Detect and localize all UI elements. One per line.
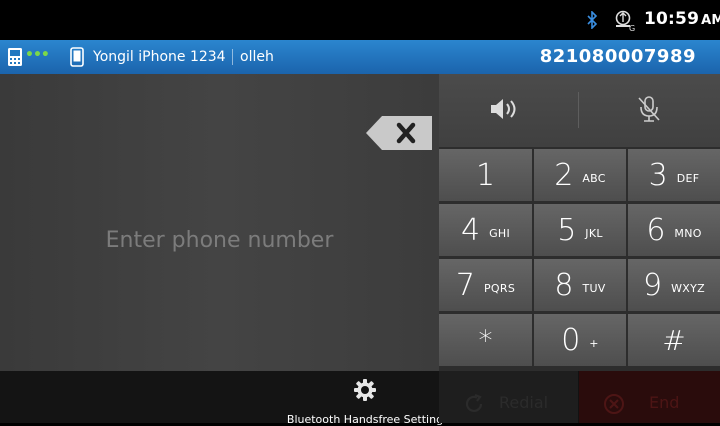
device-icon <box>8 48 22 66</box>
clock: 10:59 AM <box>644 9 720 29</box>
redial-label: Redial <box>499 393 549 412</box>
key-letters: ABC <box>582 171 606 185</box>
key-7[interactable]: 7 PQRS <box>439 259 532 311</box>
divider <box>232 49 233 65</box>
speaker-button[interactable] <box>439 74 578 147</box>
key-9[interactable]: 9 WXYZ <box>628 259 720 311</box>
device-name: Yongil iPhone 1234 <box>93 49 226 65</box>
clock-time: 10:59 <box>644 9 700 29</box>
end-call-button[interactable]: End <box>579 371 720 423</box>
key-digit: 8 <box>554 267 574 303</box>
key-4[interactable]: 4 GHI <box>439 204 532 256</box>
key-digit: 3 <box>648 157 668 193</box>
key-5[interactable]: 5 JKL <box>534 204 626 256</box>
key-digit: 2 <box>554 157 574 193</box>
phone-icon <box>70 47 84 67</box>
key-0[interactable]: 0 + <box>534 314 626 366</box>
end-call-icon <box>604 394 624 414</box>
clear-button[interactable] <box>366 116 432 150</box>
mute-button[interactable] <box>579 74 720 147</box>
gps-icon: G <box>615 10 635 32</box>
key-letters: JKL <box>585 226 603 240</box>
mic-mute-icon <box>638 96 660 122</box>
bottom-bar: Bluetooth Handsfree Setting Redial End <box>0 371 720 426</box>
keypad-panel: 1 2 ABC 3 DEF 4 GHI 5 JKL 6 MNO 7 PQRS 8 TUV 9 WXYZ * 0 + # <box>439 74 720 371</box>
key-digit: 5 <box>557 212 577 248</box>
key-8[interactable]: 8 TUV <box>534 259 626 311</box>
key-digit: 9 <box>643 267 663 303</box>
key-digit: 1 <box>475 157 496 193</box>
svg-text:G: G <box>629 24 635 32</box>
key-digit: # <box>662 323 686 357</box>
key-letters: WXYZ <box>671 281 705 295</box>
key-2[interactable]: 2 ABC <box>534 149 626 201</box>
key-digit: 4 <box>460 212 481 248</box>
key-6[interactable]: 6 MNO <box>628 204 720 256</box>
key-hash[interactable]: # <box>628 314 720 366</box>
speaker-icon <box>491 99 516 119</box>
key-digit: 0 <box>561 322 581 358</box>
connection-dots-icon: ••• <box>25 47 50 63</box>
connection-info-bar: ••• Yongil iPhone 1234 olleh 82108000798… <box>0 40 720 74</box>
redial-icon <box>465 393 483 413</box>
phone-number-input[interactable]: Enter phone number <box>0 228 439 253</box>
redial-button[interactable]: Redial <box>439 371 578 423</box>
key-letters: TUV <box>582 281 606 295</box>
audio-controls <box>439 74 720 147</box>
key-letters: MNO <box>674 226 702 240</box>
status-bar: G 10:59 AM <box>0 0 720 40</box>
key-letters: GHI <box>489 226 511 240</box>
gear-icon <box>354 379 376 401</box>
carrier-name: olleh <box>240 49 274 65</box>
key-star[interactable]: * <box>439 314 532 366</box>
key-3[interactable]: 3 DEF <box>628 149 720 201</box>
own-phone-number: 821080007989 <box>539 46 696 67</box>
key-letters: + <box>589 336 599 350</box>
key-letters: DEF <box>676 171 700 185</box>
key-letters: PQRS <box>483 281 516 295</box>
number-entry-panel: Enter phone number <box>0 74 439 371</box>
key-digit: * <box>478 323 493 357</box>
clock-ampm: AM <box>701 13 720 28</box>
bluetooth-icon <box>587 11 598 29</box>
end-label: End <box>649 393 680 412</box>
settings-label: Bluetooth Handsfree Setting <box>286 413 444 426</box>
key-digit: 7 <box>455 267 475 303</box>
key-1[interactable]: 1 <box>439 149 532 201</box>
key-digit: 6 <box>646 212 666 248</box>
